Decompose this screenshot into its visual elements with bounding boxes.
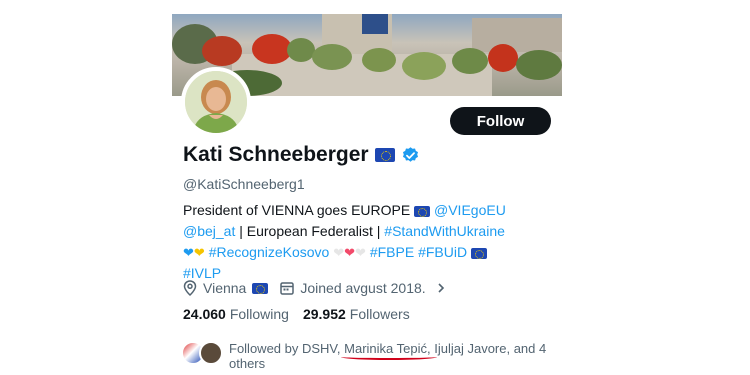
name-row: Kati Schneeberger [183,143,420,167]
profile-meta: Vienna Joined avgust 2018. [183,280,458,296]
eu-flag-icon [252,282,269,294]
white-heart-icon: ❤ [333,245,345,260]
profile-avatar[interactable] [181,67,251,137]
following-link[interactable]: 24.060 Following [183,306,289,322]
followers-link[interactable]: 29.952 Followers [303,306,410,322]
hashtag-link[interactable]: #IVLP [183,265,221,281]
eu-flag-icon [471,247,487,259]
location-pin-icon [183,280,197,296]
hashtag-link[interactable]: #FBPE [370,244,414,260]
followed-prefix: Followed by DSHV, [229,341,345,356]
red-underline-annotation [341,354,437,360]
blue-heart-icon: ❤ [183,245,194,260]
verified-badge-icon[interactable] [401,146,420,165]
mention-link[interactable]: @bej_at [183,223,235,239]
yellow-heart-icon: ❤ [193,245,205,260]
white-heart-icon: ❤ [355,245,366,260]
follower-avatar [199,341,223,365]
location-text: Vienna [203,280,247,296]
follow-stats: 24.060 Following 29.952 Followers [183,306,410,322]
followers-count: 29.952 [302,306,346,322]
follower-avatars [181,341,223,365]
avatar-photo [185,71,247,133]
followers-label: Followers [349,306,410,322]
location: Vienna [183,280,269,296]
join-date-text: Joined avgust 2018. [300,280,426,296]
following-count: 24.060 [183,306,226,322]
chevron-right-icon[interactable] [436,282,446,294]
mention-link[interactable]: @VIEgoEU [434,202,506,218]
bio-text: President of VIENNA goes EUROPE [183,202,411,218]
handle: @KatiSchneeberg1 [183,176,305,192]
bio-text: | European Federalist | [235,223,385,239]
join-date: Joined avgust 2018. [280,280,445,296]
calendar-icon [280,282,295,295]
following-label: Following [229,306,289,322]
eu-flag-icon [414,205,431,217]
bio: President of VIENNA goes EUROPE @VIEgoEU… [183,200,563,284]
hashtag-link[interactable]: #FBUiD [418,244,467,260]
follow-button[interactable]: Follow [450,107,551,135]
eu-flag-icon [374,148,395,162]
hashtag-link[interactable]: #StandWithUkraine [384,223,505,239]
red-heart-icon: ❤ [344,245,356,260]
hashtag-link[interactable]: #RecognizeKosovo [209,244,330,260]
display-name: Kati Schneeberger [183,143,369,166]
